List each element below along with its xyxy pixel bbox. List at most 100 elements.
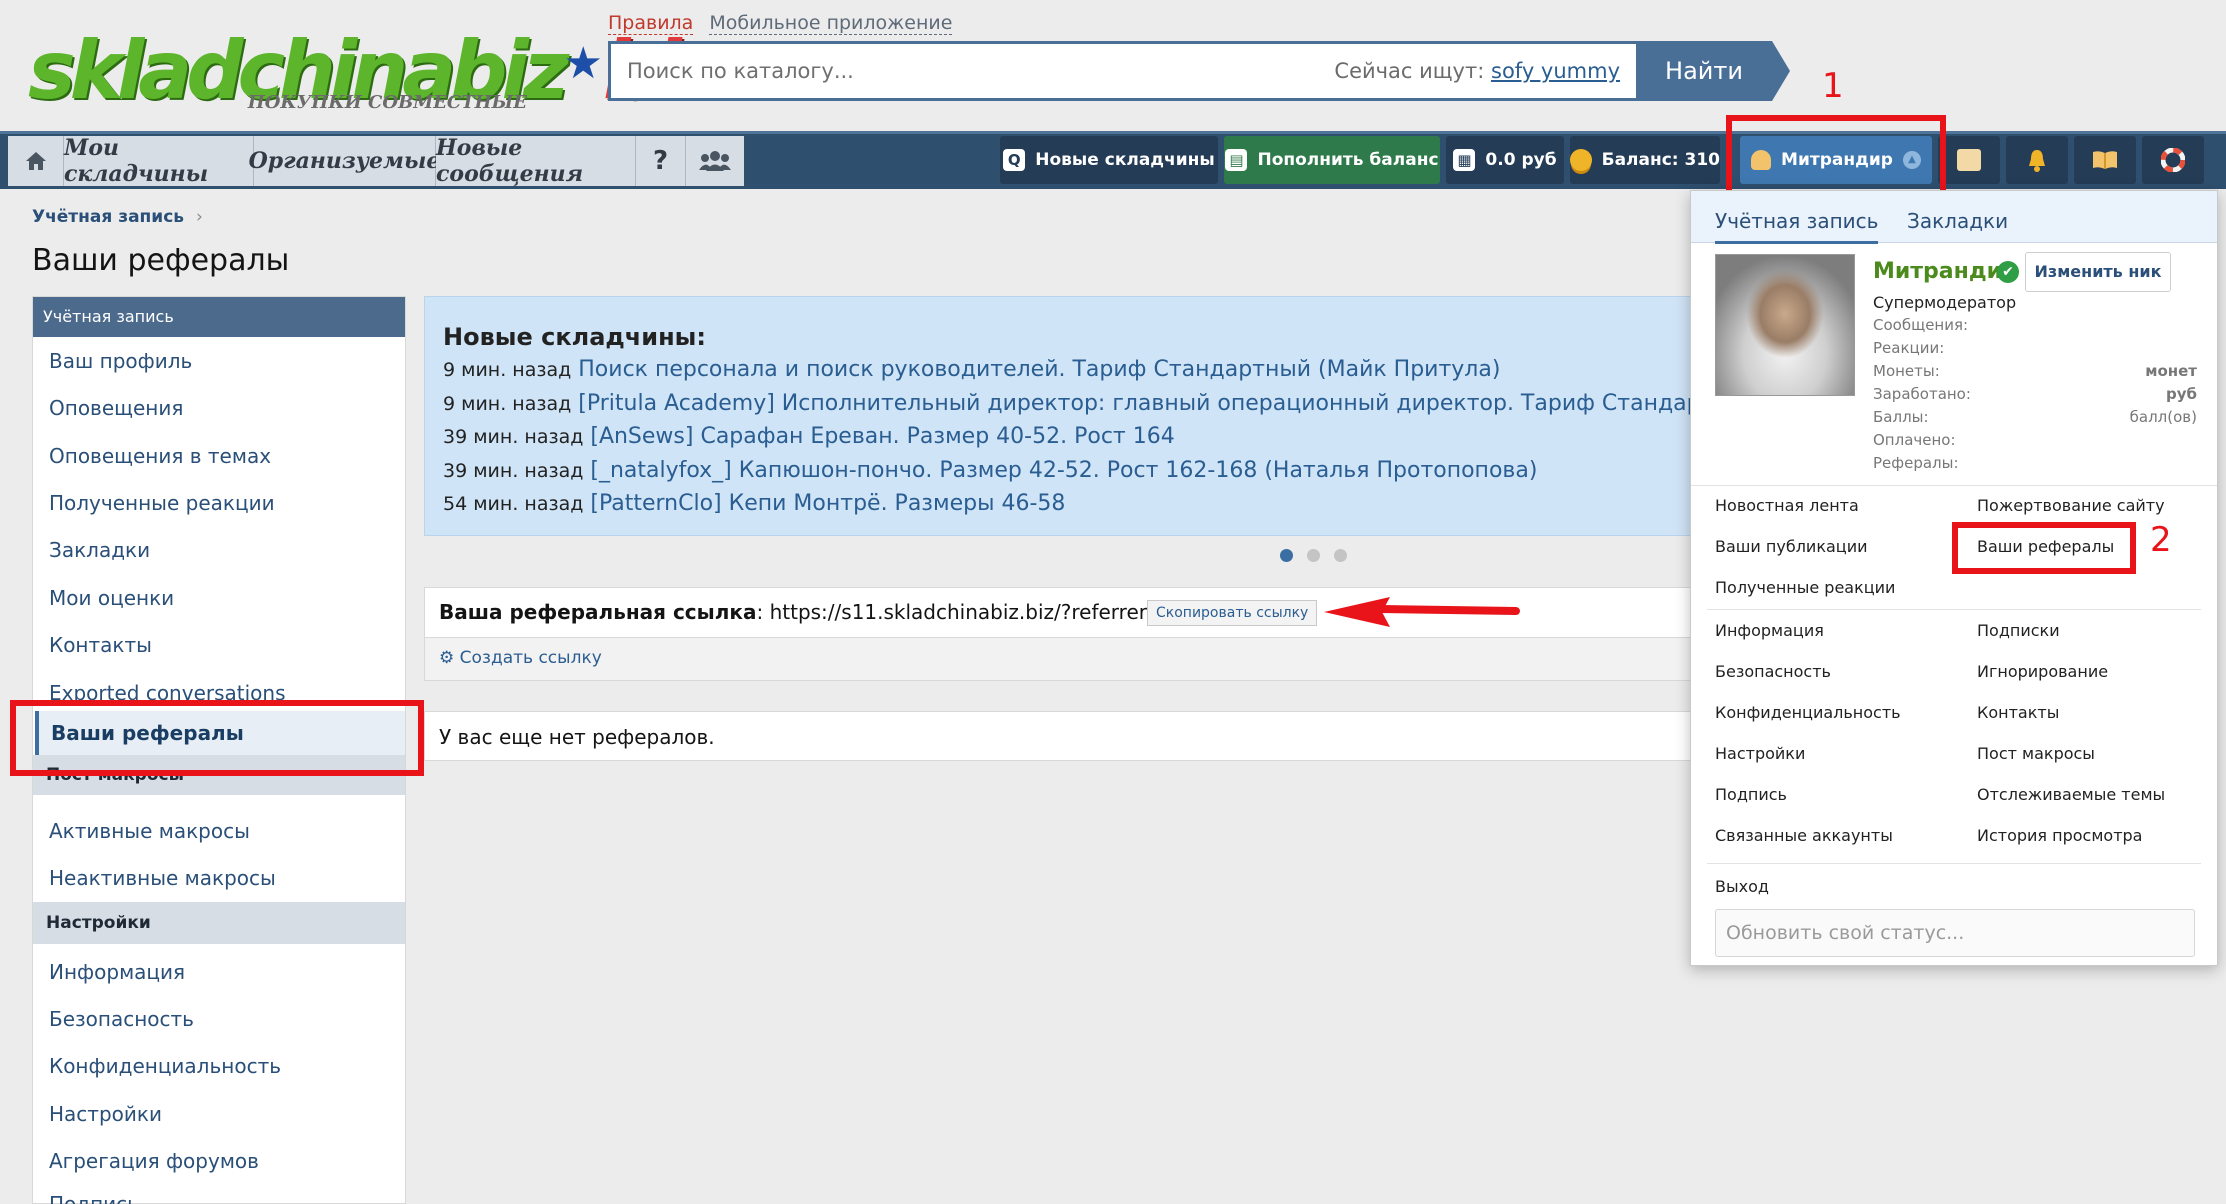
stat-coins-value: монет bbox=[2145, 362, 2197, 380]
menu-post-macros[interactable]: Пост макросы bbox=[1977, 744, 2095, 763]
sidebar-item-thread-alerts[interactable]: Оповещения в темах bbox=[49, 444, 271, 468]
news-item: 54 мин. назад [PatternClo] Кепи Монтрё. … bbox=[443, 491, 1065, 516]
avatar[interactable] bbox=[1715, 254, 1855, 396]
search-hint-prefix: Сейчас ищут: bbox=[1334, 59, 1485, 83]
sidebar-section-settings: Настройки bbox=[33, 902, 405, 944]
alerts-button[interactable] bbox=[2006, 136, 2068, 184]
menu-information[interactable]: Информация bbox=[1715, 621, 1824, 640]
carousel-dot-2[interactable] bbox=[1307, 549, 1320, 562]
menu-ignoring[interactable]: Игнорирование bbox=[1977, 662, 2108, 681]
search-bar: Сейчас ищут: sofy yummy bbox=[608, 41, 1636, 101]
news-item: 39 мин. назад [AnSews] Сарафан Ереван. Р… bbox=[443, 424, 1175, 449]
stat-points-label: Баллы: bbox=[1873, 408, 1929, 426]
tab-account[interactable]: Учётная запись bbox=[1715, 209, 1879, 244]
sidebar-item-preferences[interactable]: Настройки bbox=[49, 1102, 162, 1126]
search-button[interactable]: Найти bbox=[1636, 41, 1772, 101]
breadcrumb-account[interactable]: Учётная запись bbox=[32, 207, 184, 227]
members-button[interactable] bbox=[686, 136, 744, 186]
new-skladchiny-button[interactable]: Q Новые складчины bbox=[1000, 136, 1218, 184]
home-button[interactable] bbox=[8, 136, 64, 186]
divider bbox=[1691, 485, 2217, 486]
menu-contacts[interactable]: Контакты bbox=[1977, 703, 2059, 722]
create-link-button[interactable]: ⚙ Создать ссылку bbox=[439, 648, 602, 668]
logo-subtitle: ПОКУПКИ СОВМЕСТНЫЕ bbox=[247, 92, 527, 113]
news-link[interactable]: [PatternClo] Кепи Монтрё. Размеры 46-58 bbox=[590, 491, 1065, 516]
search-hint-link[interactable]: sofy yummy bbox=[1491, 59, 1620, 83]
sidebar-item-profile[interactable]: Ваш профиль bbox=[49, 349, 192, 373]
carousel-dot-3[interactable] bbox=[1334, 549, 1347, 562]
news-item: 9 мин. назад Поиск персонала и поиск рук… bbox=[443, 357, 1500, 382]
inbox-icon bbox=[1957, 149, 1981, 171]
mobile-app-link[interactable]: Мобильное приложение bbox=[709, 12, 953, 35]
nav-organized[interactable]: Организуемые bbox=[249, 136, 440, 186]
bookmarks-button[interactable] bbox=[2074, 136, 2136, 184]
sidebar-item-active-macros[interactable]: Активные макросы bbox=[49, 819, 250, 843]
sidebar-item-reactions[interactable]: Полученные реакции bbox=[49, 491, 275, 515]
sidebar-item-bookmarks[interactable]: Закладки bbox=[49, 538, 150, 562]
carousel-dot-1[interactable] bbox=[1280, 549, 1293, 562]
sidebar-item-forum-aggregation[interactable]: Агрегация форумов bbox=[49, 1149, 259, 1173]
support-button[interactable] bbox=[2142, 136, 2204, 184]
verified-check-icon: ✔ bbox=[1997, 261, 2019, 283]
menu-your-posts[interactable]: Ваши публикации bbox=[1715, 537, 1867, 556]
breadcrumb[interactable]: Учётная запись › bbox=[32, 207, 203, 227]
divider bbox=[1707, 609, 2201, 610]
money-button[interactable]: ▦ 0.0 руб bbox=[1446, 136, 1564, 184]
news-title: Новые складчины: bbox=[443, 323, 706, 351]
menu-privacy[interactable]: Конфиденциальность bbox=[1715, 703, 1901, 722]
news-link[interactable]: [AnSews] Сарафан Ереван. Размер 40-52. Р… bbox=[590, 424, 1174, 449]
menu-subscriptions[interactable]: Подписки bbox=[1977, 621, 2060, 640]
help-icon[interactable]: ? bbox=[636, 136, 686, 186]
menu-received-reactions[interactable]: Полученные реакции bbox=[1715, 578, 1895, 597]
menu-signature[interactable]: Подпись bbox=[1715, 785, 1787, 804]
user-dropdown-menu: Учётная запись Закладки Митрандир ✔ Изме… bbox=[1690, 190, 2218, 966]
copy-link-button[interactable]: Скопировать ссылку bbox=[1147, 600, 1318, 626]
balance-button[interactable]: Баланс: 310 bbox=[1570, 136, 1720, 184]
menu-logout[interactable]: Выход bbox=[1715, 877, 1769, 896]
sidebar-section-account: Учётная запись bbox=[33, 297, 405, 337]
news-link[interactable]: Поиск персонала и поиск руководителей. Т… bbox=[578, 357, 1500, 382]
news-time: 9 мин. назад bbox=[443, 359, 572, 381]
menu-news-feed[interactable]: Новостная лента bbox=[1715, 496, 1859, 515]
menu-connected-accounts[interactable]: Связанные аккаунты bbox=[1715, 826, 1893, 845]
sidebar-item-security[interactable]: Безопасность bbox=[49, 1007, 194, 1031]
news-link[interactable]: [_natalyfox_] Капюшон-пончо. Размер 42-5… bbox=[590, 458, 1537, 483]
star-icon: ★ bbox=[563, 38, 603, 89]
stat-points-value: балл(ов) bbox=[2129, 408, 2197, 426]
news-time: 39 мин. назад bbox=[443, 460, 584, 482]
sidebar-item-ratings[interactable]: Мои оценки bbox=[49, 586, 174, 610]
sidebar-item-signature[interactable]: Подпись bbox=[49, 1192, 139, 1204]
menu-donate[interactable]: Пожертвование сайту bbox=[1977, 496, 2165, 515]
menu-watched-threads[interactable]: Отслеживаемые темы bbox=[1977, 785, 2165, 804]
stat-coins-label: Монеты: bbox=[1873, 362, 1940, 380]
menu-security[interactable]: Безопасность bbox=[1715, 662, 1831, 681]
sidebar-item-contacts[interactable]: Контакты bbox=[49, 633, 152, 657]
menu-preferences[interactable]: Настройки bbox=[1715, 744, 1805, 763]
nav-new-messages[interactable]: Новые сообщения bbox=[436, 135, 636, 187]
stat-earned-value: руб bbox=[2166, 385, 2197, 403]
change-nick-button[interactable]: Изменить ник bbox=[2025, 252, 2171, 292]
money-label: 0.0 руб bbox=[1485, 150, 1557, 170]
create-link-label: Создать ссылку bbox=[459, 648, 602, 668]
stat-reactions-label: Реакции: bbox=[1873, 339, 1945, 357]
site-logo[interactable]: skladchinabiz★biz ПОКУПКИ СОВМЕСТНЫЕ bbox=[28, 18, 722, 118]
sidebar-item-alerts[interactable]: Оповещения bbox=[49, 396, 183, 420]
home-icon bbox=[25, 152, 46, 170]
sidebar-item-inactive-macros[interactable]: Неактивные макросы bbox=[49, 866, 276, 890]
status-input[interactable] bbox=[1715, 909, 2195, 957]
annotation-box-sidebar-referrals bbox=[10, 700, 424, 776]
conversations-button[interactable] bbox=[1938, 136, 2000, 184]
menu-view-history[interactable]: История просмотра bbox=[1977, 826, 2142, 845]
annotation-arrow bbox=[1324, 597, 1520, 627]
sidebar-item-privacy[interactable]: Конфиденциальность bbox=[49, 1054, 281, 1078]
nav-my-skladchiny[interactable]: Мои складчины bbox=[64, 135, 254, 187]
dropdown-tabs: Учётная запись Закладки bbox=[1691, 191, 2217, 244]
annotation-number-2: 2 bbox=[2150, 520, 2172, 560]
sidebar-item-information[interactable]: Информация bbox=[49, 960, 185, 984]
rules-link[interactable]: Правила bbox=[608, 12, 694, 35]
tab-bookmarks[interactable]: Закладки bbox=[1907, 209, 2008, 233]
news-time: 9 мин. назад bbox=[443, 393, 572, 415]
news-link[interactable]: [Pritula Academy] Исполнительный директо… bbox=[578, 391, 1691, 416]
search-input[interactable] bbox=[611, 44, 1335, 98]
top-up-balance-button[interactable]: ▤ Пополнить баланс bbox=[1224, 136, 1440, 184]
